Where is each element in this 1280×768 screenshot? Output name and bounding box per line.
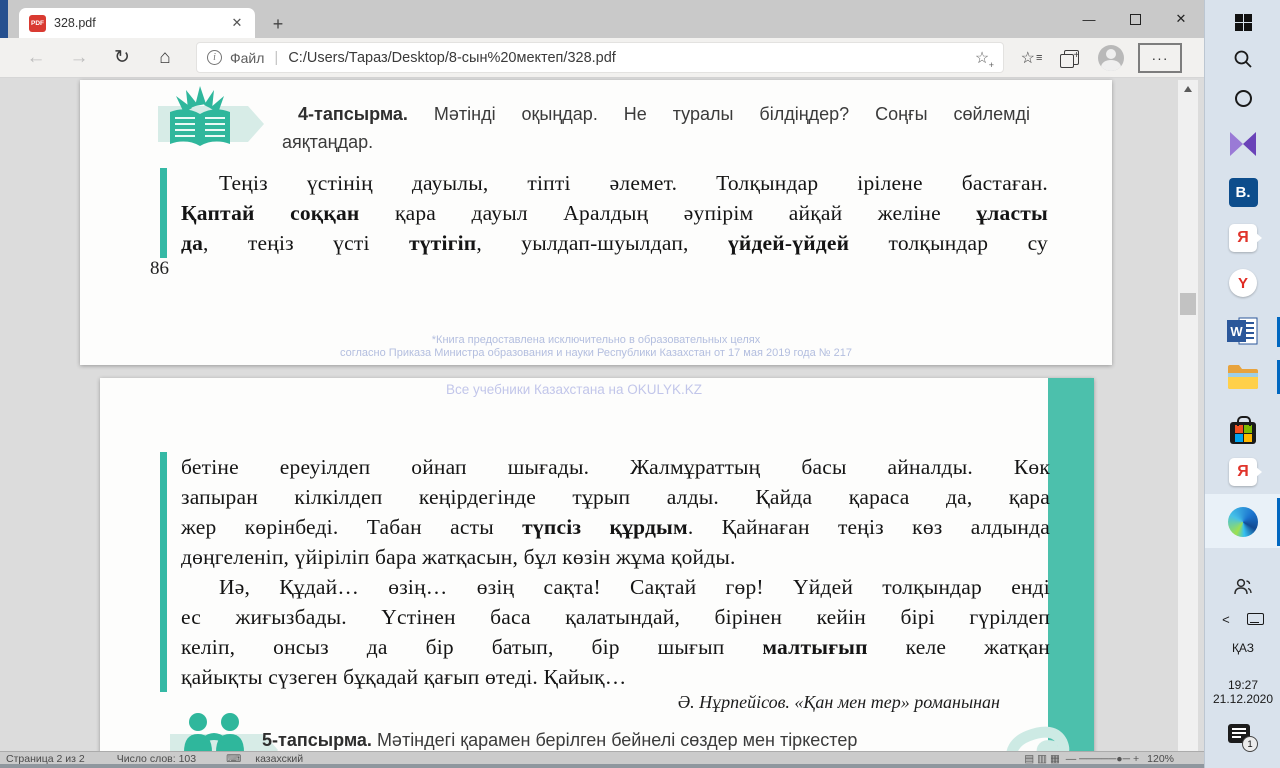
browser-toolbar: ← → ↻ ⌂ i Файл | C:/Users/Тараз/Desktop/…: [0, 38, 1204, 78]
back-button[interactable]: ←: [20, 42, 52, 74]
info-icon[interactable]: i: [207, 50, 222, 65]
passage-line: қайықты сүзеген бұқадай қағып өтеді. Қай…: [181, 665, 627, 689]
page-number: 86: [150, 258, 169, 279]
address-bar[interactable]: i Файл | C:/Users/Тараз/Desktop/8-сын%20…: [196, 42, 1004, 73]
cortana-button[interactable]: [1205, 86, 1280, 110]
task4-label: 4-тапсырма.: [298, 104, 408, 124]
favorites-bar-icon[interactable]: ☆ ≡: [1014, 42, 1048, 74]
settings-more-button[interactable]: ···: [1138, 42, 1182, 73]
clock[interactable]: 19:27 21.12.2020: [1205, 676, 1280, 708]
yandex-app-button[interactable]: Я: [1205, 222, 1280, 254]
tab-strip: PDF 328.pdf ✕ + — ✕: [8, 0, 1204, 38]
passage-line: жер көрінбеді. Табан асты түпсіз құрдым.…: [181, 515, 1050, 539]
yandex-browser-button[interactable]: Y: [1205, 267, 1280, 299]
passage-line: Қаптай соққан қара дауыл Аралдың әупірім…: [181, 201, 1048, 225]
url-scheme-label: Файл: [230, 49, 265, 66]
file-explorer-button[interactable]: [1205, 360, 1280, 394]
status-bar-edge: [0, 764, 1204, 768]
touch-keyboard-icon[interactable]: [1246, 613, 1264, 625]
kmplayer-button[interactable]: [1205, 128, 1280, 160]
action-center-button[interactable]: 1: [1205, 722, 1280, 754]
language-indicator[interactable]: ҚАЗ: [1205, 638, 1280, 658]
tab-close-icon[interactable]: ✕: [227, 13, 247, 33]
word-icon: W: [1227, 317, 1258, 345]
attribution-line: Ә. Нұрпейісов. «Қан мен тер» романынан: [677, 692, 1000, 712]
scroll-up-icon: [1184, 85, 1192, 92]
tab-title: 328.pdf: [54, 16, 96, 30]
tray-date: 21.12.2020: [1212, 692, 1274, 706]
close-button[interactable]: ✕: [1158, 0, 1204, 38]
passage-line: запыран кілкілдеп кеңірдегінде тұрып алд…: [181, 485, 1050, 509]
scroll-up-button[interactable]: [1178, 80, 1198, 97]
b-app-icon: B.: [1228, 177, 1258, 207]
passage-line: келіп, онсыз да бір батып, бір шығып мал…: [181, 635, 1050, 659]
people-icon: [1234, 578, 1252, 595]
notification-badge: 1: [1242, 736, 1258, 752]
home-button[interactable]: ⌂: [149, 42, 181, 74]
avatar: [1098, 44, 1124, 71]
pdf-page-1: 4-тапсырма. Мәтінді оқыңдар. Не туралы б…: [80, 80, 1112, 365]
forward-button[interactable]: →: [63, 42, 95, 74]
minimize-button[interactable]: —: [1066, 0, 1112, 38]
copyright-watermark-line2: согласно Приказа Министра образования и …: [340, 347, 852, 359]
browser-window: PDF 328.pdf ✕ + — ✕ ← → ↻ ⌂ i Файл | C:/…: [0, 0, 1204, 768]
maximize-icon: [1129, 13, 1141, 25]
new-tab-button[interactable]: +: [266, 12, 290, 36]
tray-time: 19:27: [1227, 678, 1259, 692]
passage-line: да, теңіз үсті түтігіп, уылдап-шуылдап, …: [181, 231, 1048, 255]
cortana-icon: [1234, 89, 1252, 107]
passage-line: бетіне ереуілдеп ойнап шығады. Жалмұратт…: [181, 455, 1050, 479]
pdf-page-2: Все учебники Казахстана на OKULYK.KZ бет…: [100, 378, 1094, 768]
pdf-file-icon: PDF: [29, 14, 46, 32]
task5-label: 5-тапсырма.: [262, 730, 372, 750]
tray-people-button[interactable]: [1205, 574, 1280, 600]
b-app-button[interactable]: B.: [1205, 176, 1280, 208]
kmplayer-icon: [1230, 132, 1256, 156]
start-button[interactable]: [1205, 10, 1280, 34]
search-button[interactable]: [1205, 46, 1280, 72]
svg-text:W: W: [1230, 324, 1243, 339]
copyright-watermark-line1: *Книга предоставлена исключительно в обр…: [431, 334, 761, 346]
task4-instruction-line2: аяқтаңдар.: [282, 132, 374, 152]
yandex-app2-button[interactable]: Я: [1205, 456, 1280, 488]
refresh-button[interactable]: ↻: [106, 42, 138, 74]
reading-task-icon: [148, 84, 268, 154]
add-favorite-icon[interactable]: ☆ +: [971, 48, 994, 70]
maximize-button[interactable]: [1112, 0, 1158, 38]
edge-icon: [1228, 507, 1258, 537]
search-icon: [1234, 50, 1252, 68]
passage-line: Иә, Құдай… өзің… өзің сақта! Сақтай гөр!…: [219, 575, 1050, 599]
microsoft-store-icon: [1230, 416, 1256, 444]
microsoft-store-button[interactable]: [1205, 412, 1280, 448]
scrollbar-thumb[interactable]: [1180, 293, 1196, 315]
taskbar: B. Я Y W Я < ҚАЗ 19:27 21.12.2020 1: [1204, 0, 1280, 768]
task4-instruction-line1: 4-тапсырма. Мәтінді оқыңдар. Не туралы б…: [298, 104, 1030, 124]
collections-icon[interactable]: [1054, 42, 1088, 74]
windows-logo-icon: [1234, 13, 1252, 31]
yandex-icon: Я: [1229, 224, 1262, 252]
vertical-scrollbar[interactable]: [1178, 80, 1198, 768]
window-controls: — ✕: [1066, 0, 1204, 38]
task5-instruction: 5-тапсырма. Мәтіндегі қарамен берілген б…: [262, 730, 858, 750]
okulyk-watermark: Все учебники Казахстана на OKULYK.KZ: [445, 382, 703, 397]
passage-line: Теңіз үстінің дауылы, тіпті әлемет. Толқ…: [219, 171, 1048, 195]
profile-avatar[interactable]: [1094, 42, 1128, 74]
url-text[interactable]: C:/Users/Тараз/Desktop/8-сын%20мектеп/32…: [288, 50, 971, 66]
yandex-browser-icon: Y: [1229, 269, 1257, 297]
address-separator: |: [274, 49, 279, 66]
hidden-icons-chevron[interactable]: <: [1222, 612, 1230, 627]
edge-button[interactable]: [1205, 506, 1280, 538]
yandex-icon-2: Я: [1229, 458, 1262, 486]
tray-icons-row: <: [1205, 608, 1280, 630]
tab-328pdf[interactable]: PDF 328.pdf ✕: [19, 8, 255, 38]
word-button[interactable]: W: [1205, 315, 1280, 347]
passage-line: дөңгеленіп, үйіріліп бара жатқасын, бұл …: [181, 545, 736, 569]
file-explorer-icon: [1228, 365, 1258, 389]
passage-text-page2: бетіне ереуілдеп ойнап шығады. Жалмұратт…: [160, 452, 1050, 692]
passage-line: ес жиғызбады. Үстінен баса қалатындай, б…: [181, 605, 1050, 629]
pdf-viewer: 4-тапсырма. Мәтінді оқыңдар. Не туралы б…: [0, 78, 1204, 768]
passage-text-page1: Теңіз үстінің дауылы, тіпті әлемет. Толқ…: [160, 168, 1048, 258]
